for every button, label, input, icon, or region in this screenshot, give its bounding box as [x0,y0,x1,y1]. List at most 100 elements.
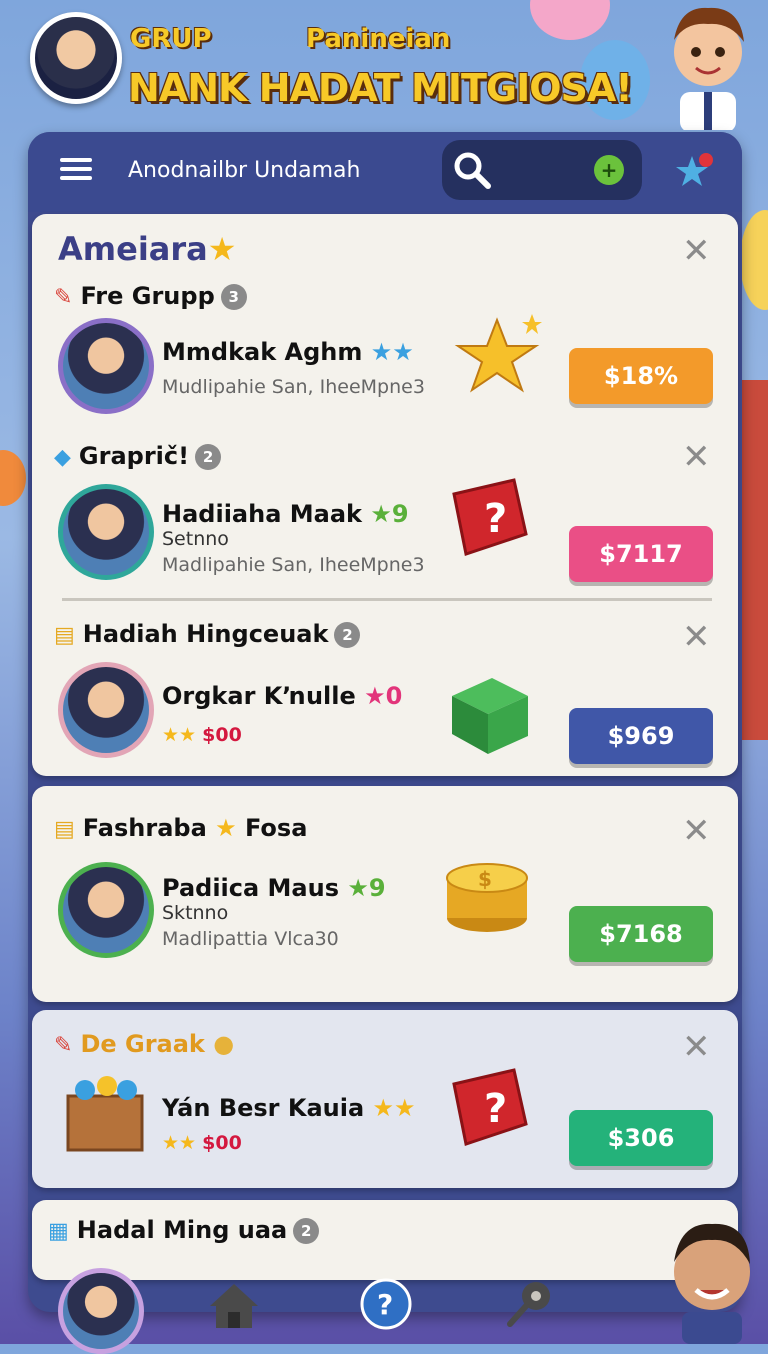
header-title-right: Panineian [306,24,451,54]
nav-avatar[interactable] [58,1268,144,1354]
close-icon[interactable]: ✕ [682,620,711,654]
mystery-box-icon: ? [452,478,528,556]
card-title: Ameiara★ [58,230,236,268]
price-button[interactable]: $7117 [569,526,713,582]
price-button[interactable]: $7168 [569,906,713,962]
character-avatar [674,1223,750,1344]
svg-text:?: ? [484,1086,507,1132]
header-title-left: GRUP [130,24,212,54]
star-icon: ★ [215,814,237,842]
star-notification-icon[interactable] [674,152,714,192]
reward-amount: $00 [202,724,242,746]
section-label-text: De Graak [80,1030,205,1058]
section-label: ◆ Graprič! 2 [54,442,222,470]
gem-icon: ◆ [54,444,71,470]
svg-text:$: $ [478,867,492,891]
add-icon[interactable]: + [594,155,624,185]
svg-text:?: ? [484,496,507,542]
pencil-icon: ✎ [54,1032,73,1058]
key-icon[interactable] [502,1276,558,1332]
coin-icon: ● [213,1030,235,1058]
section-label-text: Hadal Ming uaa [76,1216,288,1244]
mystery-box-icon: ? [452,1068,528,1146]
gold-bars-icon: ▤ [54,622,75,648]
count-badge: 2 [334,622,361,648]
menu-icon[interactable] [60,158,92,184]
player-name: Mmdkak Aghm ★★ [162,338,414,366]
green-gift-box-icon [452,678,528,754]
reward-card: ✕ ✎ De Graak ● Yán Besr Kauia ★★ ★★ $00 ?… [32,1010,738,1188]
balloon-orange [0,450,26,506]
player-reward: ★★ $00 [162,724,242,746]
close-icon[interactable]: ✕ [682,1030,711,1064]
section-label-suffix: Fosa [245,814,308,842]
gold-coin-stack-icon: $ [446,863,528,932]
price-button[interactable]: $18% [569,348,713,404]
price-button[interactable]: $306 [569,1110,713,1166]
close-icon[interactable]: ✕ [682,814,711,848]
rating-stars-icon: ★★ [162,1132,197,1154]
player-detail: Madlipattia Vlca30 [162,928,339,950]
player-avatar[interactable] [30,12,122,104]
player-status: Setnno [162,528,229,550]
section-label: ✎ Fre Grupp 3 [54,282,247,310]
topbar-title: Anodnailbr Undamah [128,158,361,183]
gold-bars-icon: ▤ [54,816,75,842]
search-bar[interactable]: + [442,140,642,200]
game-header: GRUP Panineian NANK HADAT MITGIOSA! [0,0,768,130]
close-icon[interactable]: ✕ [682,234,711,268]
name-stars: ★0 [364,682,403,710]
card-title-text: Ameiara [58,230,208,268]
player-status: Sktnno [162,902,229,924]
count-badge: 2 [293,1218,320,1244]
avatar[interactable] [58,862,154,958]
bottom-nav: ? [0,1223,768,1354]
balloon-yellow [740,210,768,310]
close-icon[interactable]: ✕ [682,440,711,474]
rating-stars-icon: ★★ [162,724,197,746]
reward-card: ✕ ▤ Fashraba ★ Fosa Padiica Maus ★9 Sktnn… [32,786,738,1002]
section-label: ▤ Fashraba ★ Fosa [54,814,307,842]
section-label-text: Fashraba [82,814,207,842]
help-icon[interactable]: ? [358,1276,414,1332]
svg-text:?: ? [377,1288,393,1321]
divider [62,598,712,601]
section-label: ▤ Hadiah Hingceuak 2 [54,620,361,648]
player-detail: Madlipahie San, IheeMpne3 [162,554,425,576]
item-name: Yán Besr Kauia ★★ [162,1094,416,1122]
player-name: Hadiiaha Maak ★9 [162,500,409,528]
player-name-text: Orgkar Kŉulle [162,682,356,710]
home-icon[interactable] [206,1276,262,1332]
avatar[interactable] [58,484,154,580]
top-bar: Anodnailbr Undamah + [28,132,742,212]
toy-crate-icon [66,1076,144,1152]
avatar[interactable] [58,662,154,758]
player-name-text: Padiica Maus [162,874,339,902]
blue-blocks-icon: ▦ [48,1218,69,1244]
player-name-text: Hadiiaha Maak [162,500,362,528]
search-icon[interactable] [452,150,492,190]
item-name-text: Yán Besr Kauia [162,1094,365,1122]
title-star-icon: ★ [207,230,237,268]
price-button[interactable]: $969 [569,708,713,764]
gold-star-icon [454,314,542,393]
count-badge: 2 [195,444,222,470]
player-name: Padiica Maus ★9 [162,874,386,902]
player-name: Orgkar Kŉulle ★0 [162,682,402,710]
item-reward: ★★ $00 [162,1132,242,1154]
reward-amount: $00 [202,1132,242,1154]
player-name-text: Mmdkak Aghm [162,338,363,366]
name-stars: ★★ [370,338,414,366]
section-label: ▦ Hadal Ming uaa 2 [48,1216,320,1244]
section-label-text: Graprič! [78,442,190,470]
section-label: ✎ De Graak ● [54,1030,234,1058]
mascot-character [674,7,744,130]
avatar[interactable] [58,318,154,414]
rewards-card: Ameiara★ ✕ ✎ Fre Grupp 3 Mmdkak Aghm ★★ Mu… [32,214,738,776]
name-stars: ★9 [347,874,386,902]
count-badge: 3 [220,284,247,310]
section-label-text: Hadiah Hingceuak [82,620,329,648]
pencil-icon: ✎ [54,284,73,310]
name-stars: ★★ [372,1094,416,1122]
section-label-text: Fre Grupp [80,282,215,310]
